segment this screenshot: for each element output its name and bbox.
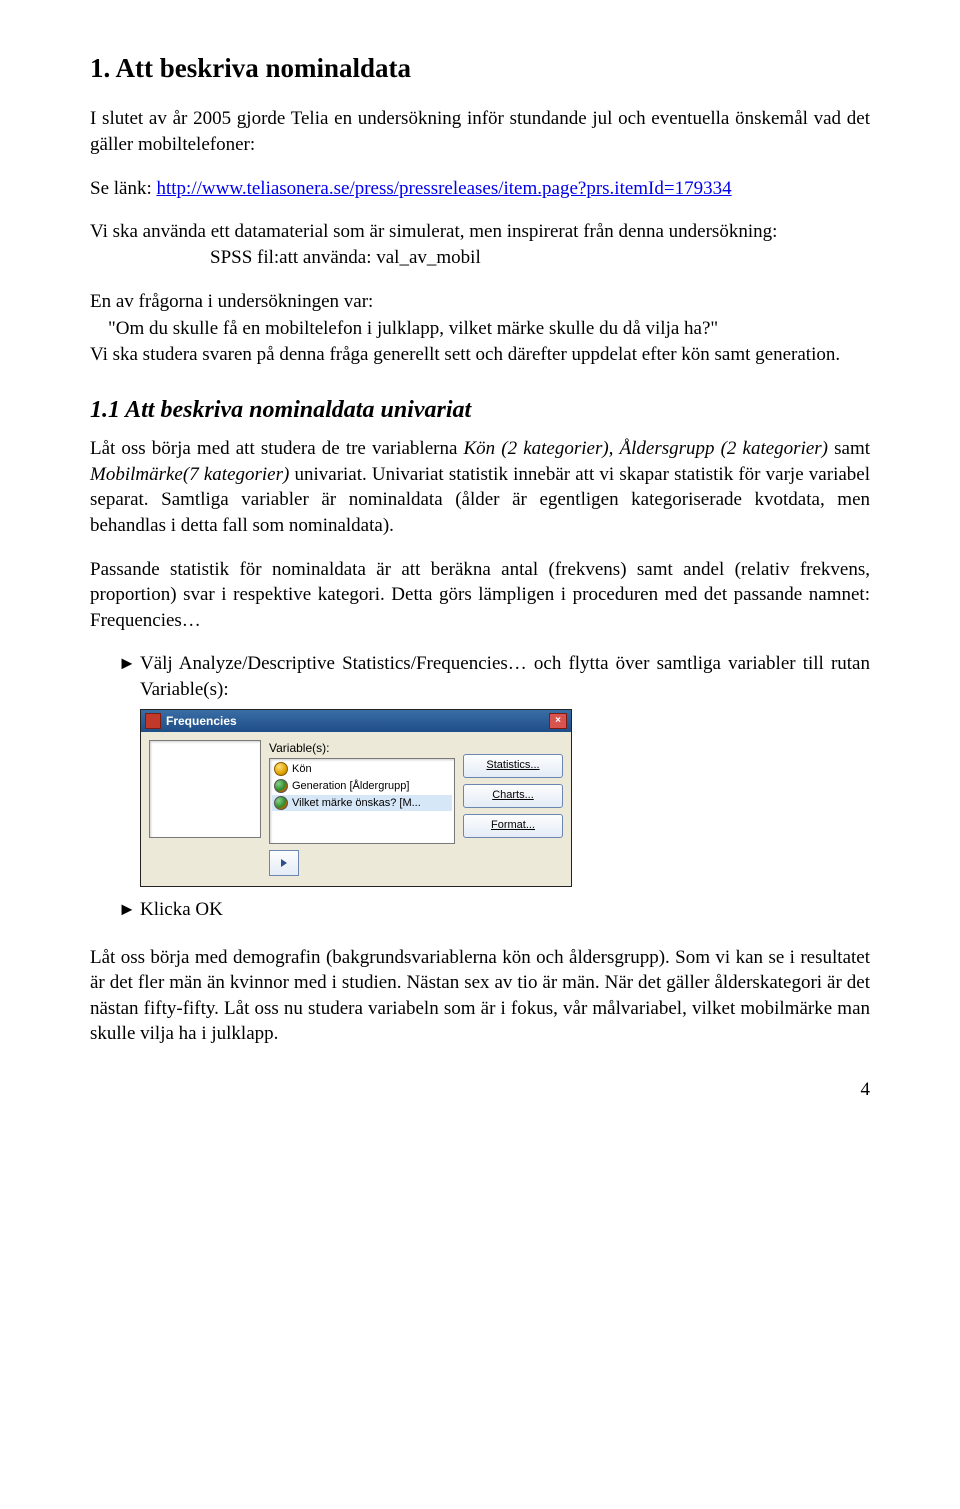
statistics-button[interactable]: Statistics... [463,754,563,778]
question-intro: En av frågorna i undersökningen var: [90,289,870,315]
app-icon [145,713,161,729]
instruction-step-1-text: Välj Analyze/Descriptive Statistics/Freq… [140,651,870,702]
source-link[interactable]: http://www.teliasonera.se/press/pressrel… [157,178,732,199]
arrow-right-icon [279,858,289,868]
variable-name: Kön [292,762,312,777]
bullet-icon: ► [118,897,140,923]
variable-icon [274,779,288,793]
variable-icon [274,796,288,810]
survey-question-quote: "Om du skulle få en mobiltelefon i julkl… [108,316,870,342]
p4-part-a: Låt oss börja med att studera de tre var… [90,438,464,459]
variable-name: Generation [Åldergrupp] [292,779,409,794]
move-variable-button[interactable] [269,850,299,876]
link-prefix: Se länk: [90,178,157,199]
para-study-plan: Vi ska studera svaren på denna fråga gen… [90,342,870,368]
p4-italic-2: Mobilmärke(7 kategorier) [90,464,289,485]
instruction-step-2-text: Klicka OK [140,897,870,923]
format-button[interactable]: Format... [463,814,563,838]
indent-block: Vi ska använda ett datamaterial som är s… [90,219,870,270]
para-demography: Låt oss börja med demografin (bakgrundsv… [90,945,870,1048]
frequencies-dialog: Frequencies × Variable(s): Kön Generatio… [140,709,572,887]
source-variable-list[interactable] [149,740,261,838]
intro-para-1: I slutet av år 2005 gjorde Telia en unde… [90,106,870,157]
heading-1: 1. Att beskriva nominaldata [90,50,870,86]
link-para: Se länk: http://www.teliasonera.se/press… [90,176,870,202]
bullet-icon: ► [118,651,140,702]
heading-1-1: 1.1 Att beskriva nominaldata univariat [90,394,870,426]
variable-icon [274,762,288,776]
charts-button[interactable]: Charts... [463,784,563,808]
p4-part-b: samt [828,438,870,459]
variables-label: Variable(s): [269,740,455,756]
list-item[interactable]: Generation [Åldergrupp] [272,778,452,795]
indent-line-1: Vi ska använda ett datamaterial som är s… [90,219,870,245]
instruction-step-2: ► Klicka OK [118,897,870,923]
variable-name: Vilket märke önskas? [M... [292,796,421,811]
target-variable-list[interactable]: Kön Generation [Åldergrupp] Vilket märke… [269,758,455,844]
p4-italic-1: Kön (2 kategorier), Åldersgrupp (2 kateg… [464,438,829,459]
dialog-titlebar: Frequencies × [141,710,571,732]
dialog-title: Frequencies [166,713,237,729]
page-number: 4 [90,1077,870,1103]
list-item[interactable]: Kön [272,761,452,778]
para-univariat: Låt oss börja med att studera de tre var… [90,436,870,539]
close-icon[interactable]: × [549,713,567,729]
instruction-step-1: ► Välj Analyze/Descriptive Statistics/Fr… [118,651,870,702]
list-item[interactable]: Vilket märke önskas? [M... [272,795,452,812]
indent-line-2: SPSS fil:att använda: val_av_mobil [210,245,870,271]
para-frequencies: Passande statistik för nominaldata är at… [90,557,870,634]
